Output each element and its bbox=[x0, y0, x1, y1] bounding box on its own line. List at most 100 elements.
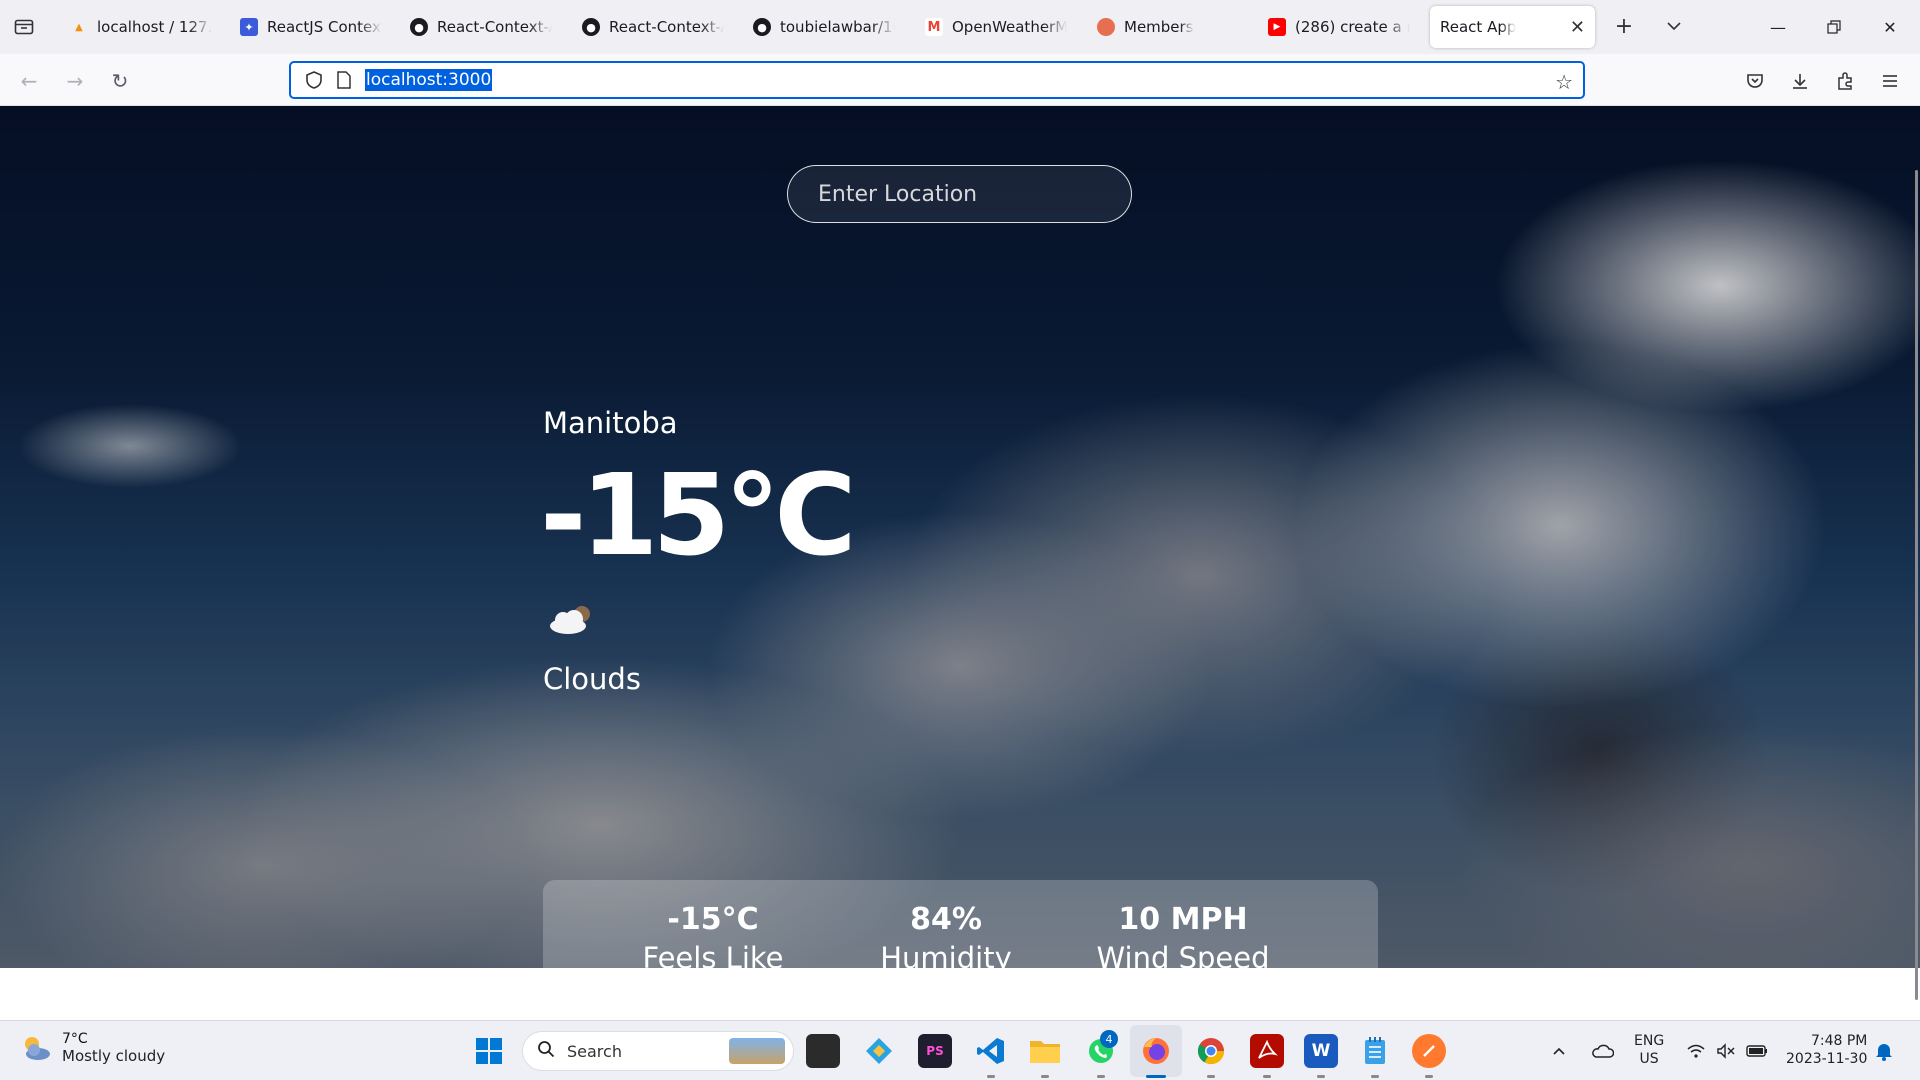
running-indicator bbox=[1041, 1075, 1049, 1078]
humidity-stat: 84% Humidity bbox=[861, 902, 1031, 968]
github-icon: ● bbox=[410, 18, 428, 36]
back-icon[interactable]: ← bbox=[14, 66, 44, 96]
close-tab-icon[interactable]: ✕ bbox=[1562, 17, 1585, 38]
running-indicator bbox=[1097, 1075, 1105, 1078]
search-label: Search bbox=[567, 1041, 622, 1061]
feels-like-value: -15°C bbox=[667, 902, 759, 937]
wind-speed-label: Wind Speed bbox=[1096, 941, 1270, 968]
page-blank-area bbox=[0, 968, 1920, 1020]
downloads-icon[interactable] bbox=[1785, 66, 1815, 96]
extensions-icon[interactable] bbox=[1830, 66, 1860, 96]
partly-cloudy-icon bbox=[25, 1037, 50, 1060]
tab-strip: ▲ localhost / 127.0.0 ✦ ReactJS Context … bbox=[0, 0, 1920, 54]
active-indicator bbox=[1146, 1075, 1166, 1078]
task-view-icon[interactable] bbox=[806, 1034, 840, 1068]
url-text[interactable]: localhost:3000 bbox=[365, 69, 493, 91]
taskbar-clock[interactable]: 7:48 PM 2023-11-30 bbox=[1786, 1032, 1867, 1068]
running-indicator bbox=[1425, 1075, 1433, 1078]
clouds-icon bbox=[550, 606, 590, 634]
feels-like-stat: -15°C Feels Like bbox=[638, 902, 788, 968]
onedrive-icon[interactable] bbox=[1590, 1021, 1614, 1080]
firefox-icon[interactable] bbox=[1139, 1034, 1173, 1068]
running-indicator bbox=[1371, 1075, 1379, 1078]
page-icon[interactable] bbox=[333, 69, 355, 91]
new-tab-icon[interactable]: + bbox=[1610, 12, 1638, 40]
city-name: Manitoba bbox=[543, 406, 678, 440]
tab-react-app[interactable]: React App ✕ bbox=[1430, 6, 1595, 48]
menu-icon[interactable] bbox=[1875, 66, 1905, 96]
location-input[interactable] bbox=[787, 165, 1132, 223]
widgets-icon[interactable] bbox=[862, 1034, 896, 1068]
restore-icon[interactable] bbox=[1806, 0, 1862, 54]
tab-openweathermap[interactable]: M OpenWeatherMap bbox=[915, 6, 1077, 48]
running-indicator bbox=[1263, 1075, 1271, 1078]
chevron-down-icon[interactable] bbox=[1660, 12, 1688, 40]
tab-title: React App bbox=[1440, 18, 1517, 36]
sublime-icon[interactable] bbox=[1412, 1034, 1446, 1068]
running-indicator bbox=[1317, 1075, 1325, 1078]
running-indicator bbox=[1207, 1075, 1215, 1078]
close-window-icon[interactable]: ✕ bbox=[1862, 0, 1918, 54]
weather-condition: Clouds bbox=[543, 662, 641, 696]
whatsapp-badge: 4 bbox=[1100, 1030, 1118, 1048]
windows-start-icon[interactable] bbox=[472, 1034, 506, 1068]
taskbar-weather-widget[interactable]: 7°C Mostly cloudy bbox=[18, 1031, 165, 1065]
members-icon bbox=[1097, 18, 1115, 36]
humidity-value: 84% bbox=[910, 902, 982, 937]
tab-reactjs-context[interactable]: ✦ ReactJS Context A bbox=[230, 6, 392, 48]
page-scrollbar[interactable] bbox=[1915, 170, 1918, 1000]
tab-title: (286) create a rea bbox=[1295, 18, 1410, 36]
bookmark-star-icon[interactable]: ☆ bbox=[1555, 70, 1573, 94]
youtube-icon: ▶ bbox=[1268, 18, 1286, 36]
notepad-icon[interactable] bbox=[1358, 1034, 1392, 1068]
address-bar[interactable]: localhost:3000 ☆ bbox=[289, 61, 1585, 99]
weather-app: Manitoba -15°C Clouds -15°C Feels Like 8… bbox=[0, 106, 1920, 968]
chrome-icon[interactable] bbox=[1194, 1034, 1228, 1068]
feels-like-label: Feels Like bbox=[642, 941, 784, 968]
battery-icon[interactable] bbox=[1746, 1021, 1768, 1080]
notification-bell-icon[interactable] bbox=[1875, 1021, 1893, 1080]
clock-time: 7:48 PM bbox=[1810, 1033, 1868, 1049]
tab-title: localhost / 127.0.0 bbox=[97, 18, 212, 36]
phpmyadmin-icon: ▲ bbox=[75, 21, 83, 33]
language-primary: ENG bbox=[1634, 1033, 1665, 1049]
wind-speed-value: 10 MPH bbox=[1118, 902, 1248, 937]
taskbar-weather-desc: Mostly cloudy bbox=[62, 1047, 166, 1065]
tab-phpmyadmin[interactable]: ▲ localhost / 127.0.0 bbox=[60, 6, 222, 48]
list-all-tabs-icon[interactable] bbox=[10, 12, 38, 40]
humidity-label: Humidity bbox=[880, 941, 1012, 968]
search-icon bbox=[537, 1040, 555, 1063]
react-icon: ✦ bbox=[240, 18, 258, 36]
word-icon[interactable]: W bbox=[1304, 1034, 1338, 1068]
volume-muted-icon[interactable] bbox=[1716, 1021, 1736, 1080]
wifi-icon[interactable] bbox=[1686, 1021, 1706, 1080]
chevron-up-icon[interactable] bbox=[1552, 1021, 1566, 1080]
tab-github-1[interactable]: ● React-Context-AP bbox=[400, 6, 562, 48]
vscode-icon[interactable] bbox=[974, 1034, 1008, 1068]
tab-members[interactable]: Members bbox=[1087, 6, 1249, 48]
clock-date: 2023-11-30 bbox=[1786, 1051, 1868, 1067]
running-indicator bbox=[987, 1075, 995, 1078]
tab-youtube[interactable]: ▶ (286) create a rea bbox=[1258, 6, 1420, 48]
tab-title: ReactJS Context A bbox=[267, 18, 382, 36]
language-secondary: US bbox=[1639, 1051, 1659, 1067]
language-indicator[interactable]: ENG US bbox=[1634, 1032, 1664, 1068]
reload-icon[interactable]: ↻ bbox=[105, 66, 135, 96]
tab-title: React-Context-AP bbox=[437, 18, 552, 36]
pocket-icon[interactable] bbox=[1740, 66, 1770, 96]
file-explorer-icon[interactable] bbox=[1028, 1034, 1062, 1068]
page-viewport: Manitoba -15°C Clouds -15°C Feels Like 8… bbox=[0, 106, 1920, 968]
tab-github-2[interactable]: ● React-Context-AP bbox=[572, 6, 734, 48]
minimize-icon[interactable]: — bbox=[1750, 0, 1806, 54]
forward-icon[interactable]: → bbox=[60, 66, 90, 96]
shield-icon[interactable] bbox=[303, 69, 325, 91]
wind-speed-stat: 10 MPH Wind Speed bbox=[1083, 902, 1283, 968]
tab-github-3[interactable]: ● toubielawbar/101 bbox=[743, 6, 905, 48]
taskbar-search[interactable]: Search bbox=[522, 1031, 794, 1071]
weather-stats-panel: -15°C Feels Like 84% Humidity 10 MPH Win… bbox=[543, 880, 1378, 968]
github-icon: ● bbox=[753, 18, 771, 36]
github-icon: ● bbox=[582, 18, 600, 36]
acrobat-icon[interactable] bbox=[1250, 1034, 1284, 1068]
tab-title: OpenWeatherMap bbox=[952, 18, 1067, 36]
phpstorm-icon[interactable]: PS bbox=[918, 1034, 952, 1068]
